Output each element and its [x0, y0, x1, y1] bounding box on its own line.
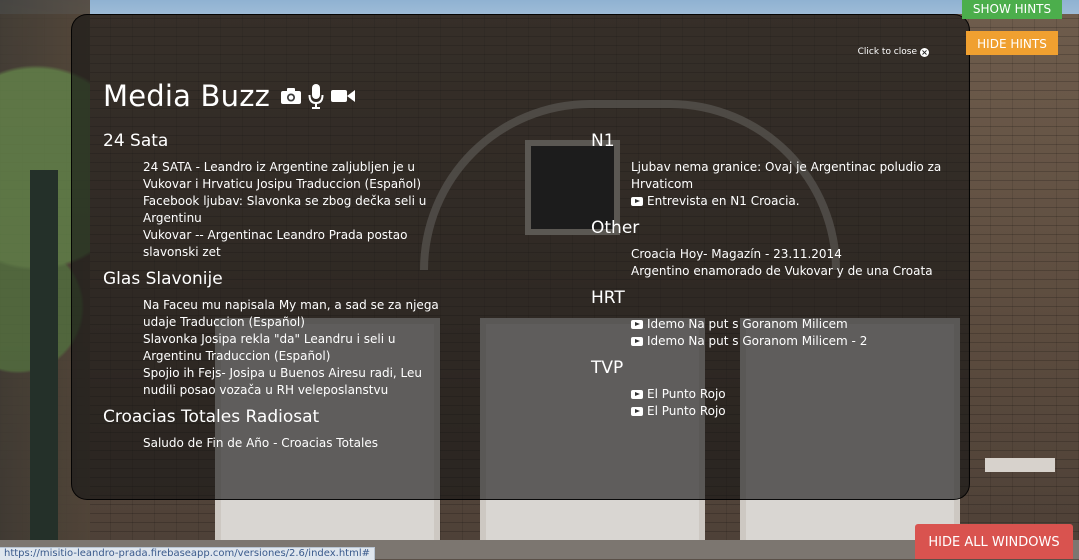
microphone-icon [308, 84, 324, 109]
media-link[interactable]: El Punto Rojo [631, 403, 951, 420]
left-column: 24 Sata 24 SATA - Leandro iz Argentine za… [103, 131, 448, 460]
media-link[interactable]: El Punto Rojo [631, 386, 951, 403]
youtube-play-icon [631, 197, 643, 206]
close-panel-link[interactable]: Click to close × [858, 47, 929, 57]
media-link[interactable]: Idemo Na put s Goranom Milicem [631, 316, 951, 333]
camera-icon [281, 88, 302, 104]
section-heading: Glas Slavonije [103, 269, 223, 289]
panel-title: Media Buzz [103, 79, 356, 113]
media-link-text: El Punto Rojo [647, 387, 726, 401]
media-section: TVP El Punto Rojo El Punto Rojo [591, 358, 951, 420]
media-link[interactable]: Idemo Na put s Goranom Milicem - 2 [631, 333, 951, 350]
media-section: 24 Sata 24 SATA - Leandro iz Argentine za… [103, 131, 448, 261]
section-item-list: Idemo Na put s Goranom Milicem Idemo Na p… [631, 316, 951, 350]
street-sign [985, 458, 1055, 472]
youtube-play-icon [631, 320, 643, 329]
street-lamp [30, 170, 58, 559]
youtube-play-icon [631, 337, 643, 346]
media-link[interactable]: Na Faceu mu napisala My man, a sad se za… [143, 297, 448, 331]
hide-hints-button[interactable]: HIDE HINTS [966, 31, 1058, 55]
section-item-list: 24 SATA - Leandro iz Argentine zaljublje… [143, 159, 448, 261]
section-heading: N1 [591, 131, 615, 151]
media-link-text: Argentino enamorado de Vukovar y de una … [631, 264, 933, 278]
close-icon[interactable]: × [920, 47, 929, 57]
media-section: Glas Slavonije Na Faceu mu napisala My ma… [103, 269, 448, 399]
media-link-text: El Punto Rojo [647, 404, 726, 418]
media-link-text: Croacia Hoy- Magazín - 23.11.2014 [631, 247, 842, 261]
section-heading: Croacias Totales Radiosat [103, 407, 320, 427]
section-heading: Other [591, 218, 640, 238]
media-section: Other Croacia Hoy- Magazín - 23.11.2014 Ar… [591, 218, 951, 280]
status-bar-url: https://misitio-leandro-prada.firebaseap… [0, 547, 375, 560]
media-link[interactable]: Slavonka Josipa rekla "da" Leandru i sel… [143, 331, 448, 365]
media-link[interactable]: Spojio ih Fejs- Josipa u Buenos Airesu r… [143, 365, 448, 399]
media-link-text: Idemo Na put s Goranom Milicem - 2 [647, 334, 868, 348]
media-link-text: Ljubav nema granice: Ovaj je Argentinac … [631, 160, 942, 191]
panel-title-text: Media Buzz [103, 79, 271, 113]
right-column: N1 Ljubav nema granice: Ovaj je Argentina… [591, 131, 951, 428]
media-link[interactable]: Facebook ljubav: Slavonka se zbog dečka … [143, 193, 448, 227]
section-item-list: El Punto Rojo El Punto Rojo [631, 386, 951, 420]
media-link[interactable]: Argentino enamorado de Vukovar y de una … [631, 263, 951, 280]
media-section: Croacias Totales Radiosat Saludo de Fin d… [103, 407, 448, 452]
video-camera-icon [331, 90, 356, 102]
media-link[interactable]: 24 SATA - Leandro iz Argentine zaljublje… [143, 159, 448, 193]
show-hints-button[interactable]: SHOW HINTS [962, 0, 1062, 19]
section-item-list: Croacia Hoy- Magazín - 23.11.2014 Argenti… [631, 246, 951, 280]
section-heading: 24 Sata [103, 131, 169, 151]
youtube-play-icon [631, 390, 643, 399]
media-section: N1 Ljubav nema granice: Ovaj je Argentina… [591, 131, 951, 210]
hide-all-windows-button[interactable]: HIDE ALL WINDOWS [915, 524, 1073, 559]
media-buzz-panel: Click to close × Media Buzz 24 Sata 24 S… [71, 14, 970, 500]
media-link[interactable]: Vukovar -- Argentinac Leandro Prada post… [143, 227, 448, 261]
section-item-list: Na Faceu mu napisala My man, a sad se za… [143, 297, 448, 399]
section-heading: HRT [591, 288, 625, 308]
media-link-text: Entrevista en N1 Croacia. [647, 194, 800, 208]
section-item-list: Ljubav nema granice: Ovaj je Argentinac … [631, 159, 951, 210]
media-link[interactable]: Entrevista en N1 Croacia. [631, 193, 951, 210]
media-link[interactable]: Ljubav nema granice: Ovaj je Argentinac … [631, 159, 951, 193]
section-heading: TVP [591, 358, 624, 378]
media-link[interactable]: Saludo de Fin de Año - Croacias Totales [143, 435, 448, 452]
section-item-list: Saludo de Fin de Año - Croacias Totales [143, 435, 448, 452]
youtube-play-icon [631, 407, 643, 416]
media-section: HRT Idemo Na put s Goranom Milicem Idemo N… [591, 288, 951, 350]
close-label: Click to close [857, 47, 917, 57]
media-link-text: Idemo Na put s Goranom Milicem [647, 317, 848, 331]
media-link[interactable]: Croacia Hoy- Magazín - 23.11.2014 [631, 246, 951, 263]
